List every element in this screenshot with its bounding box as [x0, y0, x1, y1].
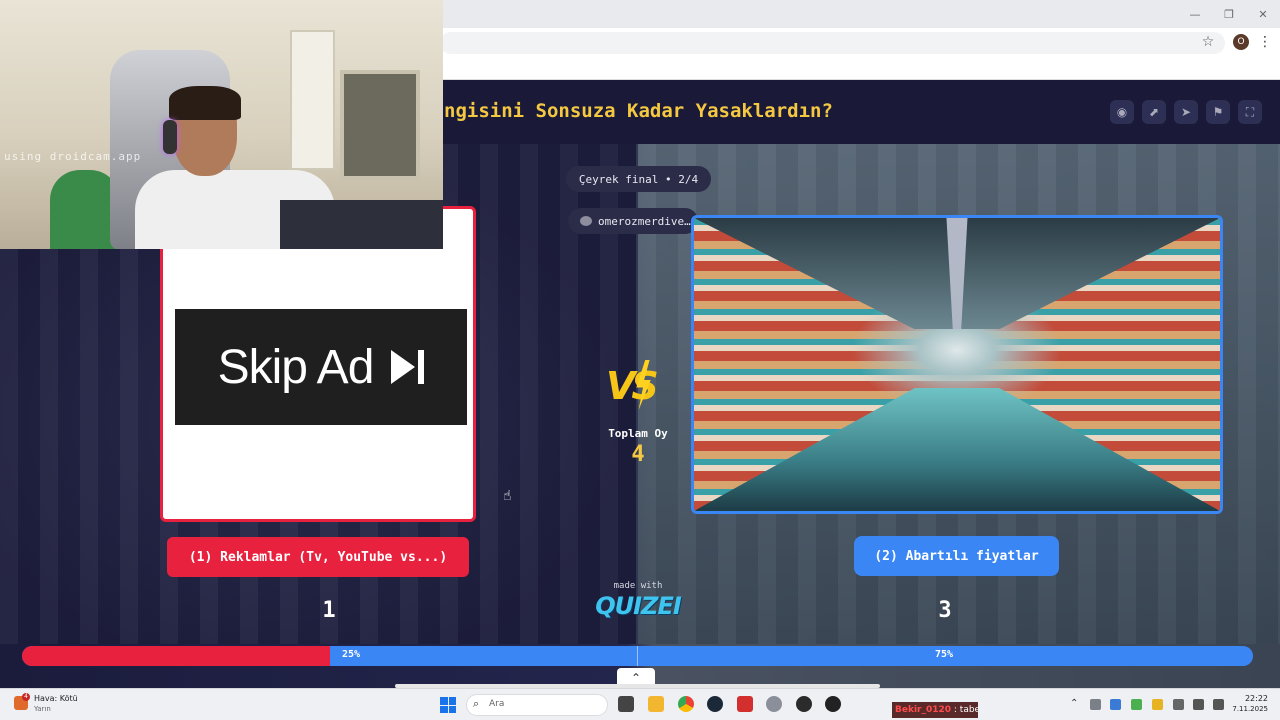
tray-app-icon-3[interactable]: [1131, 699, 1142, 710]
vote-divider: [637, 646, 638, 666]
network-icon[interactable]: [1173, 699, 1184, 710]
webcam-overlay: using droidcam.app: [0, 0, 443, 249]
option-card-right[interactable]: [691, 215, 1223, 514]
tray-app-icon-1[interactable]: [1090, 699, 1101, 710]
tray-app-icon-4[interactable]: [1152, 699, 1163, 710]
option-card-left[interactable]: Skip Ad: [160, 206, 476, 522]
eye-icon[interactable]: ◉: [1110, 100, 1134, 124]
microphone-icon[interactable]: [1193, 699, 1204, 710]
settings-gear-icon[interactable]: [766, 696, 782, 712]
vote-progress-bar: 25% 75%: [22, 646, 1253, 666]
webcam-watermark: using droidcam.app: [4, 150, 142, 163]
vote-percent-right: 75%: [934, 649, 954, 660]
creator-badge[interactable]: omerozmerdive…: [568, 208, 698, 234]
steam-icon[interactable]: [707, 696, 723, 712]
quizei-logo[interactable]: QUIZEI: [590, 592, 686, 620]
minimize-button[interactable]: —: [1178, 0, 1212, 28]
made-with-label: made with: [613, 581, 663, 591]
cam-desk: [280, 200, 443, 249]
total-votes-label: Toplam Oy: [608, 427, 668, 440]
obs-icon[interactable]: [796, 696, 812, 712]
vote-left-button[interactable]: (1) Reklamlar (Tv, YouTube vs...): [167, 537, 469, 577]
weather-title[interactable]: Hava: Kötü: [34, 694, 78, 703]
file-explorer-icon[interactable]: [648, 696, 664, 712]
skip-ad-text: Skip Ad: [217, 340, 375, 394]
app-dark-icon[interactable]: [825, 696, 841, 712]
clock-date[interactable]: 7.11.2025: [1226, 705, 1268, 713]
vote-percent-left: 25%: [341, 649, 361, 660]
weather-alert-badge: 4: [22, 693, 30, 701]
vs-logo: VS: [606, 360, 670, 412]
windows-start-icon[interactable]: [440, 697, 456, 713]
close-window-button[interactable]: ✕: [1246, 0, 1280, 28]
tray-overflow-chevron-icon[interactable]: ⌃: [1070, 698, 1078, 709]
browser-menu-icon[interactable]: ⋮: [1258, 34, 1272, 50]
app-red-icon[interactable]: [737, 696, 753, 712]
vote-fill-left: [22, 646, 330, 666]
total-votes-value: 4: [631, 442, 645, 467]
stream-chat-message: Bekir_0120 : tabe: [892, 702, 978, 718]
weather-subtitle: Yarın: [34, 705, 51, 713]
cam-door: [340, 70, 420, 180]
cam-hair: [169, 86, 241, 120]
bookmark-star-icon[interactable]: ☆: [1200, 34, 1216, 50]
skip-forward-icon: [391, 350, 425, 384]
windows-taskbar: 4 Hava: Kötü Yarın ⌕ Ara Bekir_0120 : ta…: [0, 688, 1280, 720]
window-controls: — ❐ ✕: [1178, 0, 1280, 28]
vote-right-button[interactable]: (2) Abartılı fiyatlar: [854, 536, 1059, 576]
creator-avatar-icon: [580, 216, 592, 226]
hand-cursor-icon: ☝: [503, 488, 512, 504]
vote-count-right: 3: [938, 598, 952, 623]
round-badge: Çeyrek final • 2/4: [566, 166, 711, 192]
header-actions: ◉ ⬈ ➤ ⚑ ⛶: [1110, 100, 1262, 124]
tray-app-icon-2[interactable]: [1110, 699, 1121, 710]
profile-avatar[interactable]: O: [1233, 34, 1249, 50]
chrome-icon[interactable]: [678, 696, 694, 712]
task-view-icon[interactable]: [618, 696, 634, 712]
search-icon: ⌕: [473, 697, 480, 710]
share-icon[interactable]: ⬈: [1142, 100, 1166, 124]
search-placeholder: Ara: [489, 699, 505, 709]
restore-button[interactable]: ❐: [1212, 0, 1246, 28]
send-icon[interactable]: ➤: [1174, 100, 1198, 124]
vote-count-left: 1: [322, 598, 336, 623]
chat-username: Bekir_0120: [895, 705, 952, 715]
quiz-title: ngisini Sonsuza Kadar Yasaklardın?: [444, 100, 833, 122]
taskbar-search-input[interactable]: ⌕ Ara: [466, 694, 608, 716]
headset-icon: [163, 120, 177, 154]
creator-name: omerozmerdive…: [598, 214, 691, 228]
flag-icon[interactable]: ⚑: [1206, 100, 1230, 124]
speaker-icon[interactable]: [1213, 699, 1224, 710]
fullscreen-icon[interactable]: ⛶: [1238, 100, 1262, 124]
skip-ad-image: Skip Ad: [175, 309, 467, 425]
address-bar[interactable]: [440, 32, 1225, 54]
clock-time[interactable]: 22:22: [1234, 694, 1268, 703]
chat-text: : tabe: [951, 705, 978, 715]
